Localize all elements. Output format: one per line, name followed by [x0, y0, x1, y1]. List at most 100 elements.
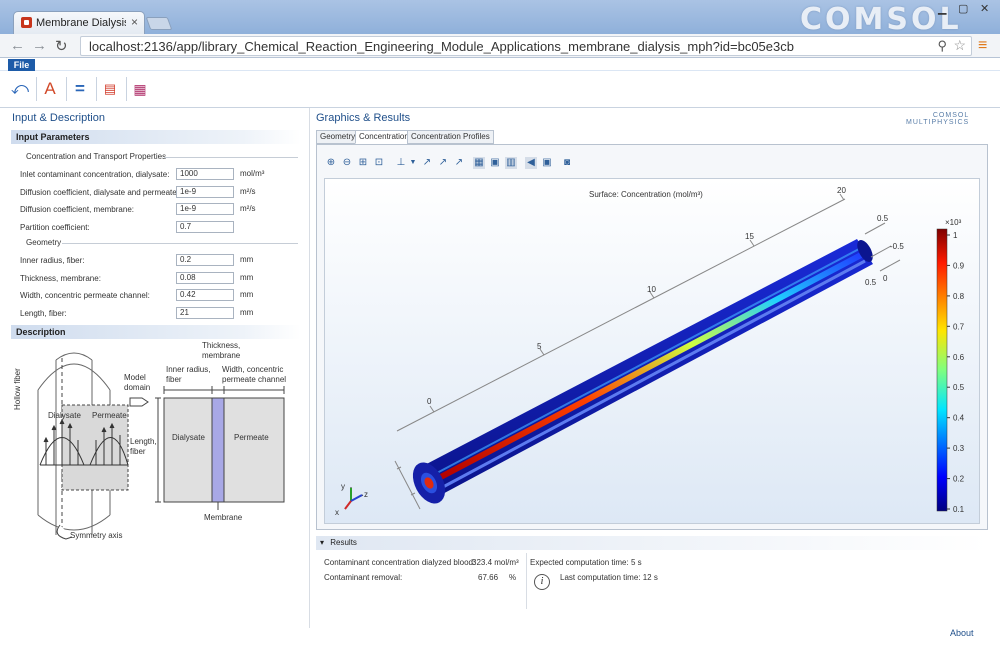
browser-tab[interactable]: Membrane Dialysis | COMS × [13, 11, 145, 34]
colorbar-tick-label: 0.4 [953, 414, 965, 423]
dialysate-label: Dialysate [48, 411, 81, 420]
svg-text:Length,: Length, [130, 437, 157, 446]
expected-time: Expected computation time: 5 s [530, 558, 642, 567]
colorbar-multiplier: ×10³ [945, 218, 962, 227]
results-header[interactable]: ▾ Results [316, 536, 988, 550]
model-diagram: Hollow fiber Dialysate Permeate Model do… [13, 341, 286, 540]
description-header[interactable]: Description [11, 325, 301, 339]
graphics-frame: ⊕ ⊖ ⊞ ⊡ ⊥ ▼ ↗ ↗ ↗ ▦ ▣ ▥ ◀ ▣ ◙ Surface: C… [316, 144, 988, 530]
browser-menu-icon[interactable]: ≡ [978, 37, 987, 55]
parameter-input[interactable]: 1e-9 [176, 203, 234, 215]
geometry-unit: mm [240, 255, 254, 264]
contaminant-removal-label: Contaminant removal: [324, 573, 403, 582]
triad-z-label: z [364, 490, 368, 499]
geometry-label: Length, fiber: [20, 308, 67, 318]
grid-icon[interactable]: ▦ [473, 157, 485, 169]
plot-area[interactable]: Surface: Concentration (mol/m³) y z x ×1… [324, 178, 980, 524]
parameter-label: Partition coefficient: [20, 222, 90, 232]
svg-text:permeate channel: permeate channel [222, 375, 286, 384]
zoom-extents-icon[interactable]: ⊡ [373, 157, 385, 169]
browser-window: Membrane Dialysis | COMS × COMSOL ▁ ▢ ✕ … [0, 0, 1000, 668]
svg-text:fiber: fiber [130, 447, 146, 456]
length-axis-tick: 20 [837, 186, 846, 195]
export-icon[interactable]: ▦ [130, 79, 150, 99]
lighting-icon[interactable]: ◀ [525, 157, 537, 169]
forward-icon[interactable]: → [32, 37, 47, 54]
geometry-label: Width, concentric permeate channel: [20, 291, 150, 300]
collapse-icon[interactable]: ▾ [320, 538, 324, 547]
parameter-input[interactable]: 1e-9 [176, 185, 234, 198]
zoom-in-icon[interactable]: ⊕ [325, 157, 337, 169]
parameter-unit: m²/s [240, 186, 256, 196]
geometry-input[interactable]: 21 [176, 306, 234, 319]
camera-icon[interactable]: ◙ [561, 157, 573, 169]
colorbar-tick-label: 0.6 [953, 353, 965, 362]
app-toolbar: ⤺ A = ▤ ▦ [0, 71, 1000, 108]
last-time: Last computation time: 12 s [560, 573, 658, 582]
length-axis-tick: 5 [537, 342, 542, 351]
view-yz-icon[interactable]: ↗ [437, 157, 449, 169]
geometry-input[interactable]: 0.08 [176, 271, 234, 284]
reset-icon[interactable]: A [40, 79, 60, 99]
view-axis-icon[interactable]: ⊥ [395, 157, 407, 169]
svg-text:Permeate: Permeate [234, 433, 269, 442]
reload-icon[interactable]: ↻ [55, 37, 68, 55]
svg-text:fiber: fiber [166, 375, 182, 384]
minimize-icon[interactable]: ▁ [938, 2, 946, 15]
view-xy-icon[interactable]: ↗ [421, 157, 433, 169]
colorbar-tick-label: 0.2 [953, 475, 965, 484]
triad-y-label: y [341, 482, 345, 491]
contaminant-concentration-value: 323.4 mol/m³ [472, 558, 519, 567]
parameter-label: Diffusion coefficient, membrane: [20, 205, 134, 214]
tab-concentration-profiles[interactable]: Concentration Profiles [407, 130, 494, 144]
file-menu-button[interactable]: File [8, 59, 35, 71]
zoom-box-icon[interactable]: ⊞ [357, 157, 369, 169]
concentration-plot: y z x ×10³ 10.90.80.70.60.50.40.30.20.1 … [335, 186, 965, 517]
parameter-unit: m²/s [240, 204, 256, 213]
colorbar-tick-label: 0.7 [953, 322, 965, 331]
transparency-icon[interactable]: ▣ [541, 157, 553, 169]
length-axis-tick: 0 [427, 397, 432, 406]
radial-axis-tick: 0 [883, 274, 888, 283]
render-icon[interactable]: ▣ [489, 157, 501, 169]
contaminant-concentration-label: Contaminant concentration dialyzed blood… [324, 558, 476, 567]
url-input[interactable]: localhost:2136/app/library_Chemical_Reac… [80, 36, 972, 56]
undo-icon[interactable]: ⤺ [10, 79, 30, 99]
tab-geometry[interactable]: Geometry [316, 130, 360, 144]
geometry-unit: mm [240, 272, 254, 282]
parameter-input[interactable]: 1000 [176, 168, 234, 180]
geometry-input[interactable]: 0.42 [176, 289, 234, 301]
bookmark-star-icon[interactable]: ☆ [953, 37, 966, 54]
zoom-icon[interactable]: ⚲ [937, 38, 947, 54]
compute-icon[interactable]: = [70, 79, 90, 99]
view-zx-icon[interactable]: ↗ [453, 157, 465, 169]
legend-icon[interactable]: ▥ [505, 157, 517, 169]
url-text: localhost:2136/app/library_Chemical_Reac… [89, 39, 794, 54]
concentration-section-title: Concentration and Transport Properties [26, 152, 167, 161]
tab-concentration[interactable]: Concentration [355, 130, 413, 144]
colorbar-tick-label: 0.8 [953, 292, 965, 301]
address-bar: ← → ↻ localhost:2136/app/library_Chemica… [0, 34, 1000, 58]
parameter-label: Diffusion coefficient, dialysate and per… [20, 187, 179, 197]
input-parameters-header[interactable]: Input Parameters [11, 130, 301, 144]
new-tab-button[interactable] [145, 17, 173, 30]
length-axis-tick: 15 [745, 232, 754, 241]
parameter-input[interactable]: 0.7 [176, 220, 234, 233]
geometry-label: Inner radius, fiber: [20, 256, 85, 265]
colorbar-tick-label: 0.9 [953, 261, 965, 270]
panel-splitter[interactable] [309, 108, 310, 628]
report-icon[interactable]: ▤ [100, 79, 120, 99]
close-tab-icon[interactable]: × [131, 15, 138, 29]
back-icon[interactable]: ← [10, 37, 25, 54]
contaminant-removal-unit: % [509, 573, 517, 582]
info-icon: i [534, 574, 550, 590]
colorbar-tick-label: 1 [953, 231, 958, 240]
zoom-out-icon[interactable]: ⊖ [341, 157, 353, 169]
about-link[interactable]: About [950, 628, 974, 638]
dropdown-arrow-icon[interactable]: ▼ [407, 157, 419, 169]
comsol-logo: COMSOL MULTIPHYSICS [906, 112, 970, 126]
close-window-icon[interactable]: ✕ [980, 2, 989, 15]
maximize-icon[interactable]: ▢ [958, 2, 968, 15]
geometry-input[interactable]: 0.2 [176, 254, 234, 266]
svg-text:Inner radius,: Inner radius, [166, 365, 210, 374]
